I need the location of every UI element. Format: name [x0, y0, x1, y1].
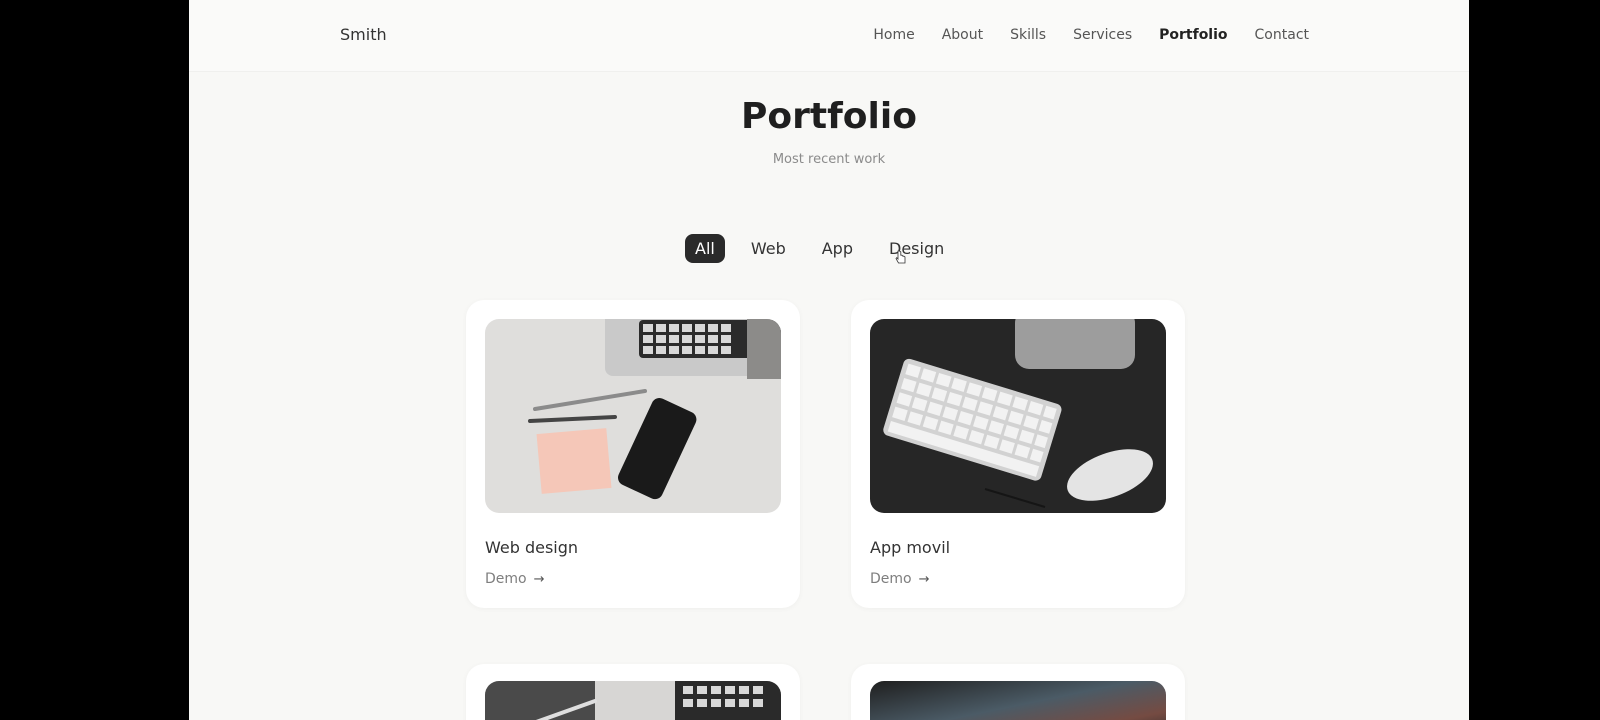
- portfolio-card-app-movil[interactable]: App movil Demo →: [851, 300, 1185, 608]
- demo-label: Demo: [485, 571, 527, 587]
- arrow-right-icon: →: [918, 571, 930, 587]
- card-title: App movil: [870, 538, 951, 557]
- portfolio-card-4[interactable]: [851, 664, 1185, 720]
- nav-about[interactable]: About: [942, 27, 983, 43]
- nav-services[interactable]: Services: [1073, 27, 1132, 43]
- laptop-phone-image: [485, 319, 781, 513]
- portfolio-page: Smith Home About Skills Services Portfol…: [189, 0, 1469, 720]
- nav-home[interactable]: Home: [873, 27, 914, 43]
- nav-contact[interactable]: Contact: [1255, 27, 1309, 43]
- filter-app[interactable]: App: [812, 234, 863, 263]
- filter-web[interactable]: Web: [741, 234, 796, 263]
- demo-link[interactable]: Demo →: [485, 571, 545, 587]
- portfolio-filters: All Web App Design: [685, 234, 970, 263]
- filter-design[interactable]: Design: [879, 234, 954, 263]
- section-title: Portfolio: [741, 96, 917, 137]
- filter-all[interactable]: All: [685, 234, 725, 263]
- demo-label: Demo: [870, 571, 912, 587]
- portfolio-card-3[interactable]: [466, 664, 800, 720]
- portfolio-card-web-design[interactable]: Web design Demo →: [466, 300, 800, 608]
- cursor-icon: [895, 250, 906, 264]
- portfolio-image-3: [485, 681, 781, 720]
- card-title: Web design: [485, 538, 579, 557]
- keyboard-mouse-image: [870, 319, 1166, 513]
- site-header: Smith Home About Skills Services Portfol…: [189, 0, 1469, 71]
- portfolio-image-4: [870, 681, 1166, 720]
- nav-portfolio[interactable]: Portfolio: [1159, 27, 1227, 43]
- site-logo[interactable]: Smith: [340, 25, 387, 44]
- arrow-right-icon: →: [533, 571, 545, 587]
- nav-skills[interactable]: Skills: [1010, 27, 1046, 43]
- main-nav: Home About Skills Services Portfolio Con…: [846, 27, 1309, 43]
- demo-link[interactable]: Demo →: [870, 571, 930, 587]
- section-subtitle: Most recent work: [772, 152, 886, 167]
